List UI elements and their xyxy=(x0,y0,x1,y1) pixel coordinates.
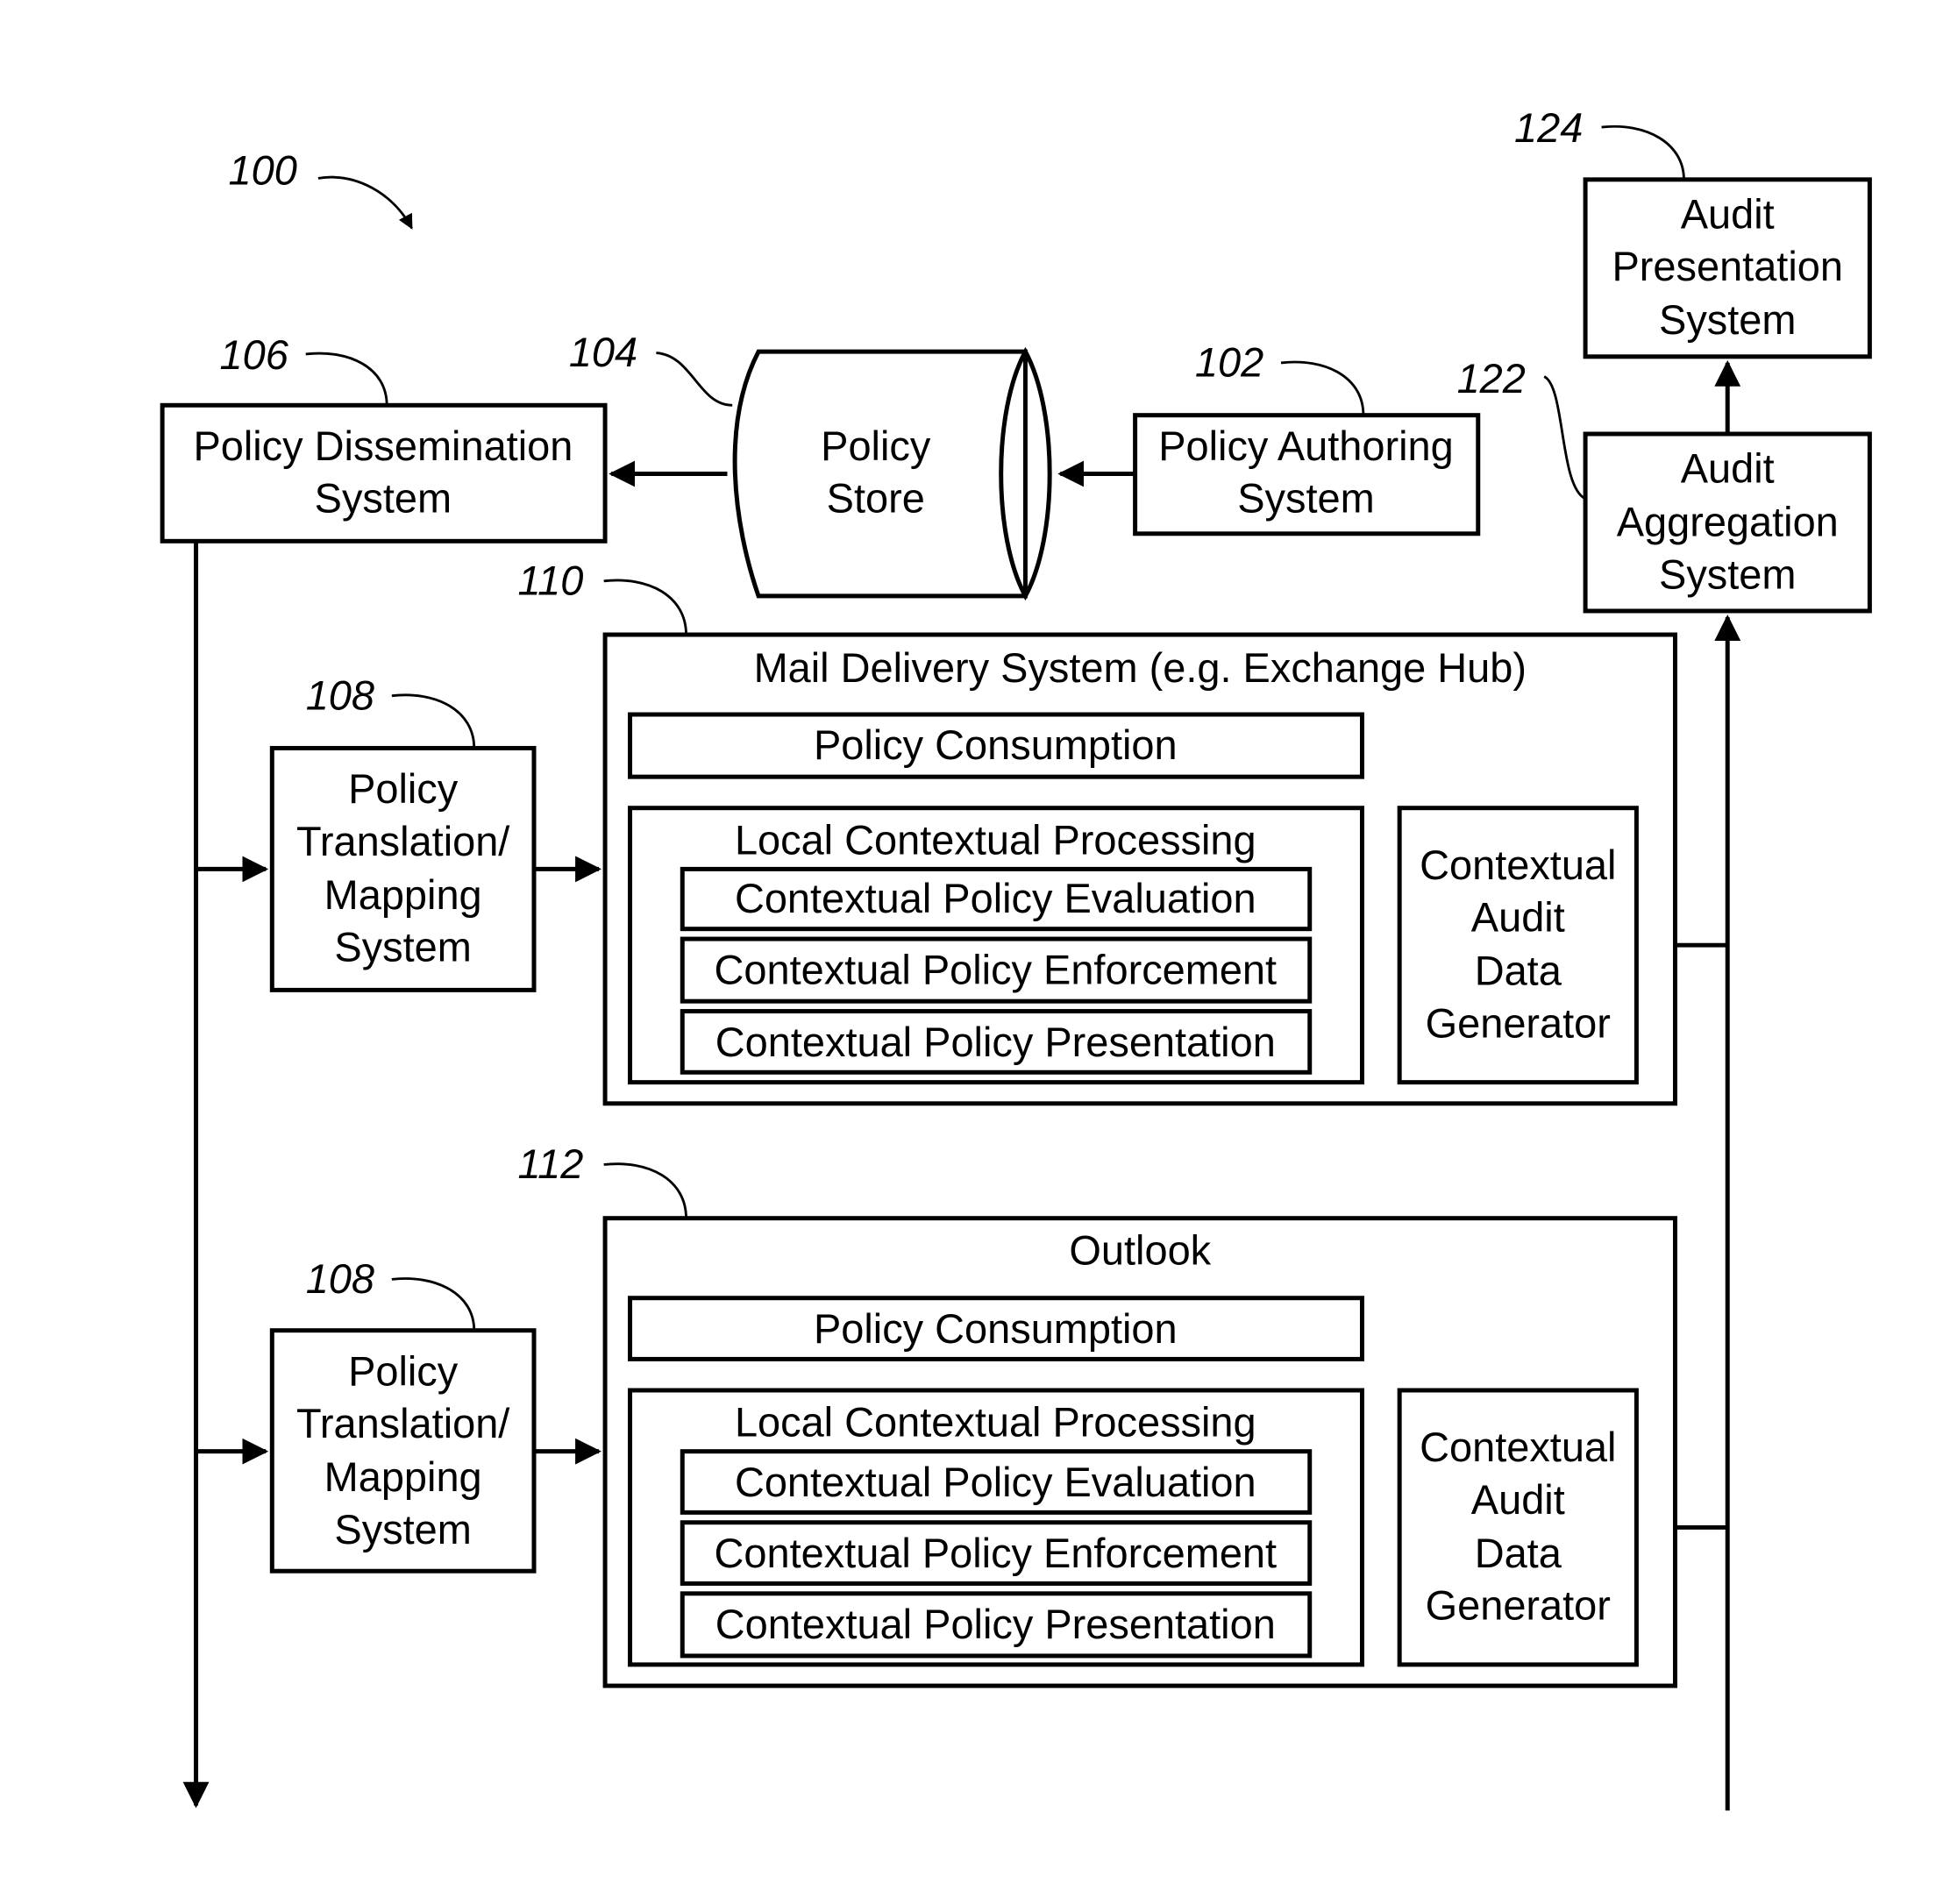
mail-policy-consumption-label: Policy Consumption xyxy=(814,722,1178,768)
ref-110: 110 xyxy=(518,558,584,603)
audit-aggregation-line-3: System xyxy=(1659,551,1796,597)
outlook-audit-generator-line-2: Audit xyxy=(1471,1477,1565,1523)
ref-102: 102 xyxy=(1195,340,1263,386)
outlook-system: Outlook Policy Consumption Local Context… xyxy=(602,1216,1677,1688)
mail-enforcement-label: Contextual Policy Enforcement xyxy=(714,947,1277,992)
mail-audit-generator-line-2: Audit xyxy=(1471,895,1565,941)
translation-bottom-line-1: Policy xyxy=(348,1348,459,1394)
outlook-enforcement-label: Contextual Policy Enforcement xyxy=(714,1531,1277,1576)
outlook-audit-generator-line-3: Data xyxy=(1475,1531,1562,1576)
translation-top-line-3: Mapping xyxy=(324,872,482,918)
translation-top-line-4: System xyxy=(334,925,471,970)
outlook-evaluation-label: Contextual Policy Evaluation xyxy=(735,1460,1256,1505)
policy-store-cylinder: Policy Store xyxy=(732,346,1052,601)
ref-124: 124 xyxy=(1514,105,1583,151)
ref-104: 104 xyxy=(569,330,637,375)
ref-110-leader xyxy=(603,579,687,636)
mail-evaluation-label: Contextual Policy Evaluation xyxy=(735,876,1256,921)
ref-122-leader xyxy=(1543,375,1586,501)
system-diagram: 100 106 Policy Dissemination System 104 … xyxy=(160,105,1872,1811)
policy-translation-system-top: Policy Translation/ Mapping System xyxy=(269,745,537,992)
ref-108-bottom: 108 xyxy=(306,1256,374,1302)
outlook-title: Outlook xyxy=(1069,1227,1211,1273)
outlook-policy-consumption-label: Policy Consumption xyxy=(814,1306,1178,1352)
policy-dissemination-line-1: Policy Dissemination xyxy=(193,423,573,469)
policy-store-body xyxy=(732,349,1028,599)
ref-106-leader xyxy=(305,352,388,406)
ref-100: 100 xyxy=(229,148,297,194)
mail-delivery-title: Mail Delivery System (e.g. Exchange Hub) xyxy=(754,645,1527,691)
translation-bottom-line-2: Translation/ xyxy=(296,1401,510,1446)
ref-112-leader xyxy=(603,1162,687,1218)
mail-delivery-system: Mail Delivery System (e.g. Exchange Hub)… xyxy=(602,632,1677,1106)
ref-124-leader xyxy=(1601,124,1685,180)
outlook-audit-generator-line-1: Contextual xyxy=(1420,1424,1616,1470)
translation-bottom-line-4: System xyxy=(334,1507,471,1552)
ref-112: 112 xyxy=(518,1141,584,1187)
audit-aggregation-line-1: Audit xyxy=(1681,445,1775,491)
mail-local-processing-label: Local Contextual Processing xyxy=(735,817,1256,863)
ref-102-leader xyxy=(1280,360,1365,416)
policy-store-line-1: Policy xyxy=(821,423,931,469)
translation-top-line-2: Translation/ xyxy=(296,819,510,864)
outlook-audit-generator-line-4: Generator xyxy=(1426,1583,1611,1629)
audit-presentation-line-3: System xyxy=(1659,297,1796,343)
translation-bottom-line-3: Mapping xyxy=(324,1454,482,1500)
ref-122: 122 xyxy=(1457,356,1526,401)
ref-108-bottom-leader xyxy=(391,1277,476,1331)
ref-106: 106 xyxy=(220,332,289,378)
policy-authoring-line-1: Policy Authoring xyxy=(1158,423,1453,469)
policy-dissemination-system: Policy Dissemination System xyxy=(160,402,608,543)
policy-authoring-line-2: System xyxy=(1237,476,1374,522)
audit-presentation-system: Audit Presentation System xyxy=(1583,177,1872,359)
policy-translation-system-bottom: Policy Translation/ Mapping System xyxy=(269,1328,537,1574)
mail-audit-generator-line-1: Contextual xyxy=(1420,842,1616,888)
ref-100-arrow xyxy=(317,175,413,230)
outlook-local-processing-label: Local Contextual Processing xyxy=(735,1400,1256,1446)
mail-audit-generator-line-3: Data xyxy=(1475,948,1562,994)
audit-aggregation-system: Audit Aggregation System xyxy=(1583,431,1872,614)
outlook-presentation-label: Contextual Policy Presentation xyxy=(715,1602,1276,1647)
policy-store-line-2: Store xyxy=(827,476,925,522)
ref-108-top-leader xyxy=(391,693,476,749)
audit-presentation-line-1: Audit xyxy=(1681,191,1775,237)
policy-dissemination-line-2: System xyxy=(315,476,452,522)
audit-aggregation-line-2: Aggregation xyxy=(1617,500,1839,545)
ref-108-top: 108 xyxy=(306,672,374,718)
audit-presentation-line-2: Presentation xyxy=(1612,244,1843,289)
mail-presentation-label: Contextual Policy Presentation xyxy=(715,1019,1276,1065)
translation-top-line-1: Policy xyxy=(348,766,459,812)
mail-audit-generator-line-4: Generator xyxy=(1426,1000,1611,1046)
policy-authoring-system: Policy Authoring System xyxy=(1133,413,1481,536)
ref-104-leader xyxy=(656,352,733,407)
